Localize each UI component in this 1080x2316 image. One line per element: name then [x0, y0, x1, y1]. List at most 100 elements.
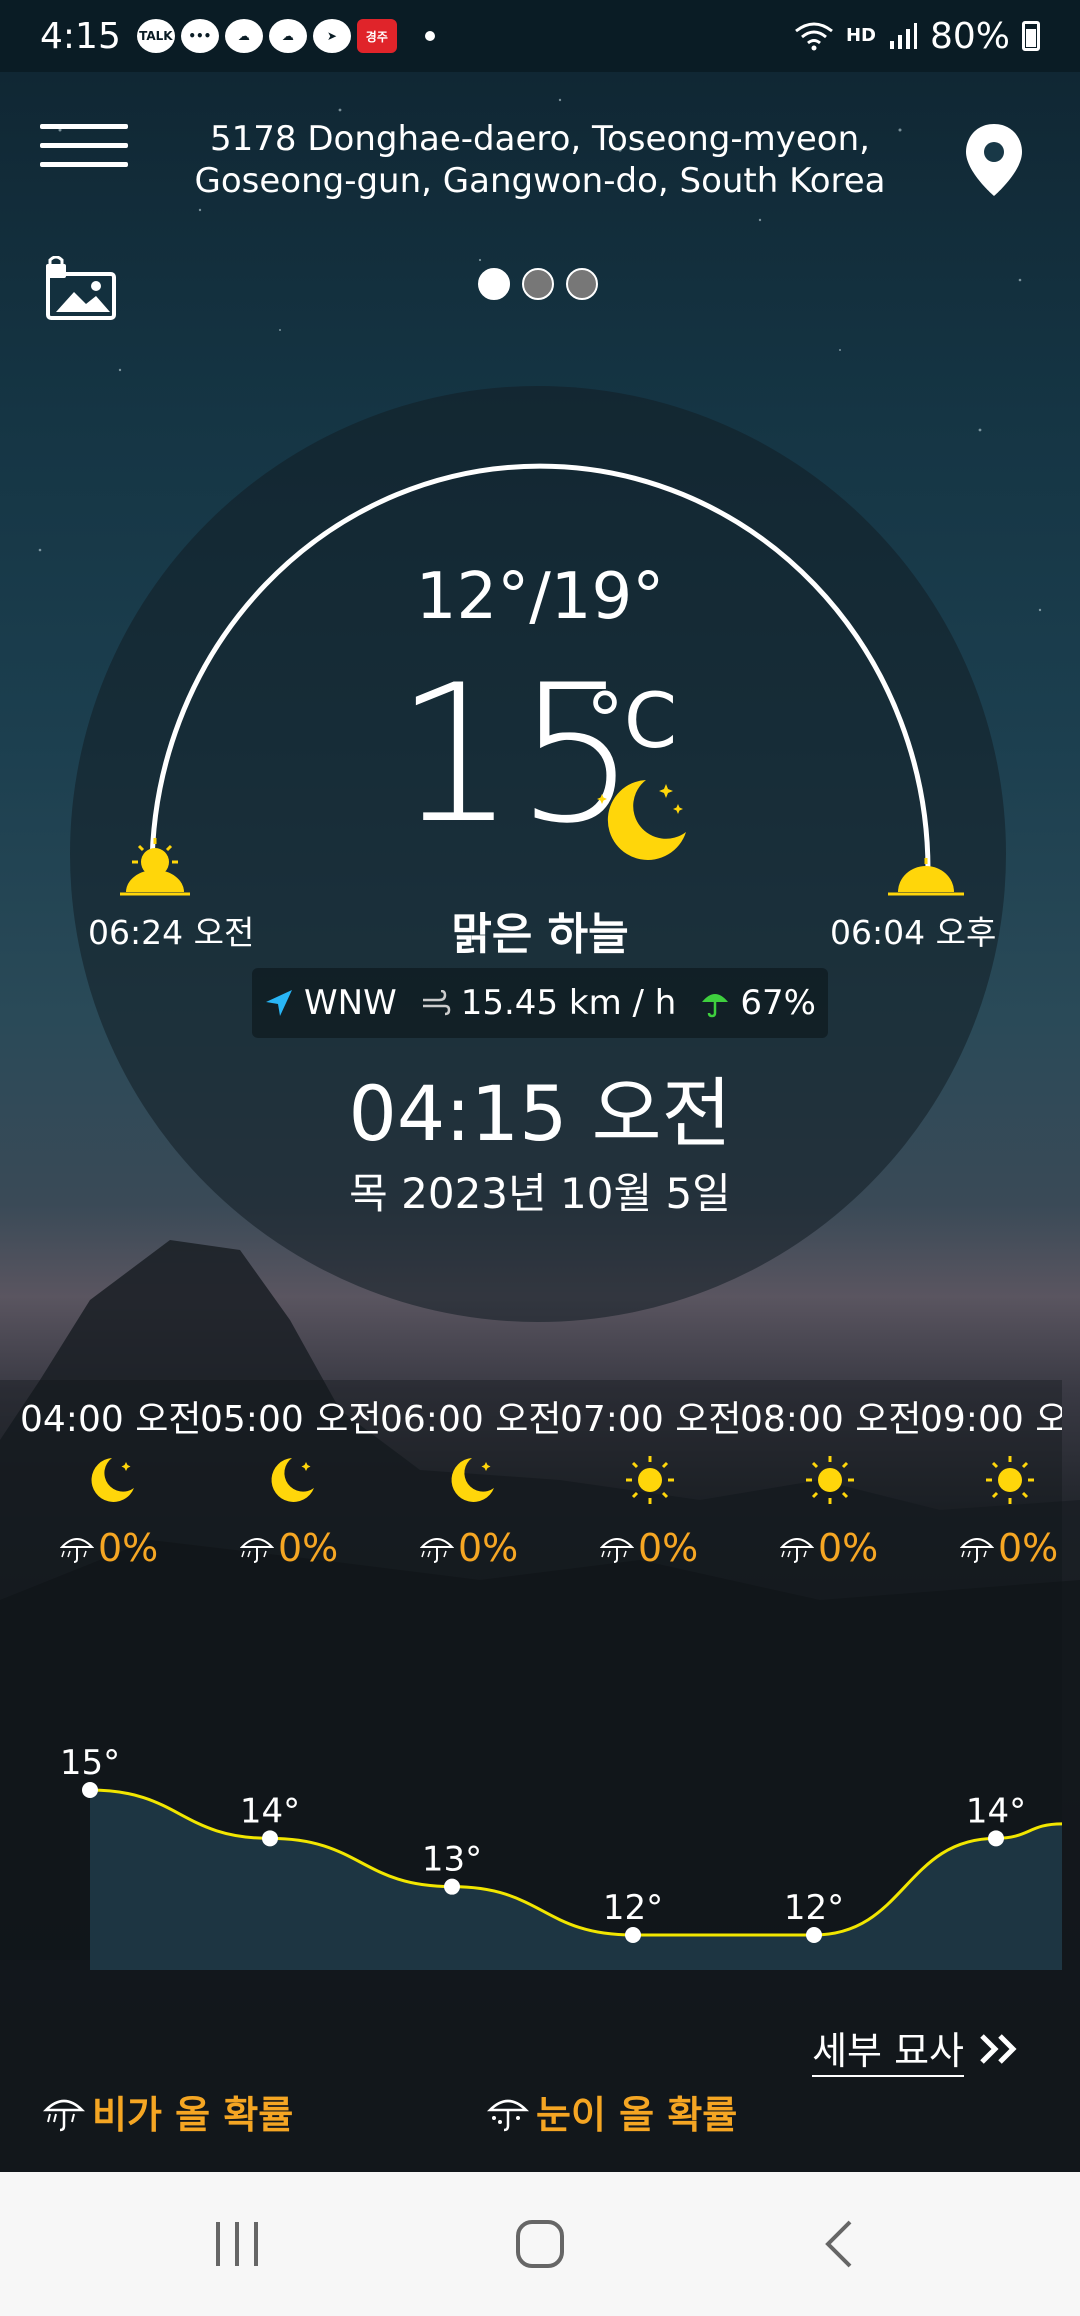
- hour-precip: 0%: [600, 1526, 698, 1570]
- weather-details-bar: WNW 15.45 km / h 67%: [252, 968, 828, 1038]
- page-dot-1[interactable]: [478, 268, 510, 300]
- address-line-2: Goseong-gun, Gangwon-do, South Korea: [194, 161, 886, 201]
- umbrella-rain-icon: [960, 1538, 994, 1563]
- current-date: 목 2023년 10월 5일: [349, 1169, 731, 1218]
- location-pin-icon[interactable]: [962, 122, 1026, 198]
- hour-item[interactable]: 05:00 오전 0%: [200, 1380, 382, 1570]
- system-navigation-bar: [0, 2172, 1080, 2316]
- hd-voice-icon: HD: [845, 25, 876, 46]
- hour-precip: 0%: [780, 1526, 878, 1570]
- page-dot-2[interactable]: [522, 268, 554, 300]
- hour-time: 04:00 오전: [20, 1399, 202, 1440]
- snow-umbrella-icon: [486, 2099, 530, 2131]
- sun-icon: [806, 1456, 854, 1504]
- snow-probability-tab[interactable]: 눈이 올 확률: [486, 2084, 737, 2139]
- umbrella-rain-icon: [420, 1538, 454, 1563]
- temperature-point: [262, 1830, 278, 1847]
- moon-icon: [271, 1458, 314, 1502]
- precip-value: 0%: [458, 1526, 519, 1570]
- menu-icon: [40, 124, 128, 129]
- system-icons: HD 80%: [794, 16, 1040, 57]
- status-bar: 4:15 TALK ••• ☁ ☁ ➤ 경주 HD 80%: [0, 0, 1080, 72]
- temperature-unit: °C: [586, 676, 678, 765]
- temperature-label: 14°: [966, 1791, 1026, 1831]
- sun-icon: [626, 1456, 674, 1504]
- menu-button[interactable]: [40, 124, 128, 194]
- wind-speed: 15.45 km / h: [460, 983, 677, 1023]
- detail-description-link[interactable]: 세부 묘사: [812, 2020, 1020, 2077]
- page-indicator[interactable]: [478, 268, 598, 300]
- recent-apps-button[interactable]: [212, 2218, 262, 2270]
- hour-item[interactable]: 07:00 오전 0%: [560, 1380, 742, 1570]
- sunset-icon: [888, 858, 964, 896]
- precip-value: 0%: [638, 1526, 699, 1570]
- temperature-label: 13°: [422, 1840, 482, 1880]
- hour-time: 06:00 오전: [380, 1399, 562, 1440]
- temperature-label: 12°: [784, 1888, 844, 1928]
- precip-value: 0%: [98, 1526, 159, 1570]
- precip-value: 0%: [998, 1526, 1059, 1570]
- temperature-label: 14°: [240, 1791, 300, 1831]
- hour-item[interactable]: 08:00 오전 0%: [740, 1380, 922, 1570]
- rain-umbrella-icon: [42, 2099, 86, 2131]
- moon-icon: [91, 1458, 134, 1502]
- rain-probability-tab[interactable]: 비가 올 확률: [42, 2084, 293, 2139]
- hourly-temperature-chart: 15° 14° 13° 12° 12° 14°: [60, 1743, 1063, 1970]
- sunrise-time: 06:24 오전: [88, 913, 255, 952]
- umbrella-rain-icon: [780, 1538, 814, 1563]
- weather-cloud-icon-2: ☁: [268, 19, 307, 53]
- temperature-point: [82, 1782, 98, 1798]
- address-line-1: 5178 Donghae-daero, Toseong-myeon,: [210, 119, 870, 159]
- more-notifications-dot: [424, 31, 435, 41]
- news-app-icon: 경주: [356, 19, 397, 53]
- page-dot-3[interactable]: [566, 268, 598, 300]
- message-icon: ➤: [312, 19, 351, 53]
- rain-probability-label: 비가 올 확률: [92, 2093, 294, 2137]
- chat-icon: •••: [180, 19, 219, 53]
- hour-time: 09:00 오: [920, 1399, 1062, 1440]
- notification-icons: TALK ••• ☁ ☁ ➤ 경주: [136, 19, 435, 53]
- snow-probability-label: 눈이 올 확률: [536, 2093, 738, 2137]
- precip-value: 0%: [278, 1526, 339, 1570]
- hour-precip: 0%: [960, 1526, 1058, 1570]
- signal-icon: [889, 23, 917, 49]
- back-button[interactable]: [820, 2218, 860, 2270]
- temperature-area: [90, 1790, 1062, 1970]
- battery-percent: 80%: [929, 15, 1010, 57]
- umbrella-icon: [702, 994, 729, 1018]
- home-button[interactable]: [514, 2218, 566, 2270]
- hour-precip: 0%: [420, 1526, 518, 1570]
- min-max-temperature: 12°/19°: [415, 560, 665, 634]
- hour-item[interactable]: 06:00 오전 0%: [380, 1380, 562, 1570]
- umbrella-rain-icon: [240, 1538, 274, 1563]
- detail-label: 세부 묘사: [812, 2020, 964, 2077]
- hour-time: 07:00 오전: [560, 1399, 742, 1440]
- status-time: 4:15: [40, 15, 121, 57]
- precip-value: 0%: [818, 1526, 879, 1570]
- precipitation-chance: 67%: [740, 983, 816, 1023]
- double-chevron-right-icon: [980, 2033, 1017, 2064]
- hour-time: 05:00 오전: [200, 1399, 382, 1440]
- weather-cloud-icon: ☁: [224, 19, 263, 53]
- current-clock: 04:15 오전: [348, 1069, 732, 1158]
- location-address: 5178 Donghae-daero, Toseong-myeon, Goseo…: [190, 118, 890, 202]
- clear-night-moon-icon: [597, 780, 686, 860]
- hour-item[interactable]: 09:00 오 0%: [920, 1380, 1062, 1570]
- wifi-icon: [795, 22, 833, 51]
- temperature-point: [806, 1927, 822, 1943]
- temperature-label: 15°: [60, 1743, 120, 1783]
- wind-speed-icon: [422, 990, 450, 1016]
- sun-icon: [986, 1456, 1034, 1504]
- hour-time: 08:00 오전: [740, 1399, 922, 1440]
- wind-direction: WNW: [304, 983, 397, 1023]
- umbrella-rain-icon: [600, 1538, 634, 1563]
- hour-precip: 0%: [60, 1526, 158, 1570]
- kakaotalk-icon: TALK: [136, 19, 175, 53]
- weather-condition: 맑은 하늘: [451, 909, 629, 960]
- background-photo-lock-icon[interactable]: [44, 256, 118, 322]
- moon-icon: [451, 1458, 494, 1502]
- sunrise-icon: [120, 838, 190, 896]
- temperature-point: [625, 1927, 641, 1943]
- hour-item[interactable]: 04:00 오전 0%: [20, 1380, 202, 1570]
- sunset-time: 06:04 오후: [830, 913, 997, 952]
